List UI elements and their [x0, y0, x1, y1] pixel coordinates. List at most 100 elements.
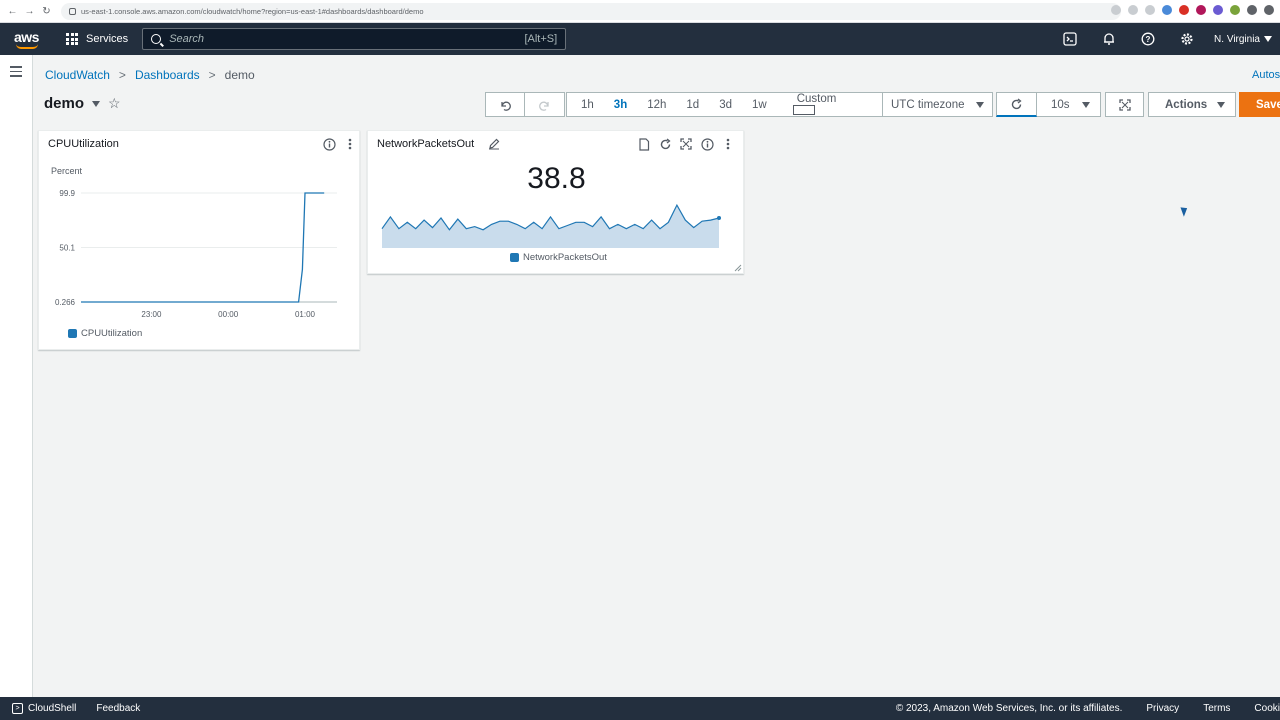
autosave-toggle[interactable]: Autos	[1252, 69, 1280, 81]
extension-icon[interactable]	[1230, 5, 1240, 15]
address-bar[interactable]: us-east-1.console.aws.amazon.com/cloudwa…	[61, 2, 1121, 20]
x-tick-label: 00:00	[218, 310, 239, 319]
nav-right-group: ? N. Virginia	[1050, 23, 1280, 55]
dashboard-title-row: demo ☆	[44, 95, 121, 112]
series-area-networkpacketsout	[382, 205, 719, 248]
actions-dropdown[interactable]: Actions	[1148, 92, 1236, 117]
time-range-selector: 1h 3h 12h 1d 3d 1w Custom	[566, 92, 883, 117]
dashboard-switcher-caret-icon[interactable]	[92, 100, 101, 107]
refresh-interval-label: 10s	[1051, 98, 1070, 111]
range-custom[interactable]: Custom	[777, 93, 882, 117]
legend-label: NetworkPacketsOut	[523, 252, 607, 263]
fullscreen-button[interactable]	[1105, 92, 1144, 117]
gear-icon[interactable]	[1167, 23, 1206, 55]
extension-icon[interactable]	[1179, 5, 1189, 15]
hamburger-menu-icon[interactable]	[10, 66, 22, 80]
undo-button[interactable]	[485, 92, 525, 117]
search-box[interactable]: [Alt+S]	[142, 28, 567, 50]
aws-logo-text: aws	[14, 29, 39, 45]
browser-nav: ← → ↻	[4, 6, 55, 17]
console-footer: > CloudShell Feedback © 2023, Amazon Web…	[0, 697, 1280, 720]
region-label: N. Virginia	[1214, 33, 1260, 45]
document-icon[interactable]	[637, 137, 651, 151]
expand-icon[interactable]	[679, 137, 693, 151]
mouse-cursor	[1180, 205, 1190, 217]
breadcrumb-dashboards[interactable]: Dashboards	[135, 68, 200, 82]
cpu-utilization-chart: Percent 99.9 50.1 0.266 23:00 00:00 01:00	[51, 166, 337, 319]
bookmark-star-icon[interactable]	[1145, 5, 1155, 15]
legend-swatch	[510, 253, 519, 262]
breadcrumb-current: demo	[224, 68, 255, 82]
chart-legend[interactable]: CPUUtilization	[68, 328, 142, 339]
services-label: Services	[86, 33, 129, 45]
zoom-icon[interactable]	[1111, 5, 1121, 15]
legend-label: CPUUtilization	[81, 328, 143, 339]
network-packets-out-widget[interactable]: NetworkPacketsOut 38.8 NetworkPacketsOut	[367, 130, 744, 274]
terms-link[interactable]: Terms	[1203, 703, 1230, 714]
redo-button[interactable]	[525, 92, 565, 117]
actions-label: Actions	[1165, 98, 1208, 111]
svg-text:?: ?	[1145, 35, 1150, 44]
chart-legend[interactable]: NetworkPacketsOut	[510, 252, 607, 263]
save-button[interactable]: Save	[1239, 92, 1280, 117]
refresh-icon	[1011, 97, 1022, 109]
search-input[interactable]	[169, 33, 525, 45]
metric-value: 38.8	[527, 162, 586, 195]
side-navigation-rail	[0, 55, 33, 697]
range-3d[interactable]: 3d	[709, 99, 742, 111]
caret-down-icon	[1217, 101, 1225, 108]
extension-icon[interactable]	[1213, 5, 1223, 15]
aws-logo[interactable]: aws	[14, 27, 42, 51]
cloudshell-icon[interactable]	[1050, 23, 1089, 55]
latest-point	[717, 216, 721, 220]
edit-pencil-icon[interactable]	[487, 137, 501, 151]
extension-icon[interactable]	[1162, 5, 1172, 15]
widget-actions	[637, 137, 735, 151]
refresh-icon[interactable]	[658, 137, 672, 151]
more-options-icon[interactable]	[343, 137, 357, 151]
aws-smile-icon	[16, 44, 38, 49]
caret-down-icon	[976, 101, 984, 108]
range-3h[interactable]: 3h	[604, 99, 637, 111]
privacy-link[interactable]: Privacy	[1146, 703, 1179, 714]
feedback-link[interactable]: Feedback	[96, 703, 140, 714]
y-tick-label: 50.1	[59, 243, 75, 252]
cpu-utilization-widget[interactable]: CPUUtilization Percent 99.9 50.1 0.266 23:00…	[38, 130, 360, 350]
range-custom-label: Custom	[796, 92, 837, 105]
extension-icon[interactable]	[1196, 5, 1206, 15]
range-12h[interactable]: 12h	[637, 99, 676, 111]
refresh-button[interactable]	[996, 92, 1037, 117]
range-1h[interactable]: 1h	[567, 99, 604, 111]
menu-icon[interactable]	[1264, 5, 1274, 15]
share-icon[interactable]	[1128, 5, 1138, 15]
puzzle-icon[interactable]	[1247, 5, 1257, 15]
resize-handle-icon[interactable]	[734, 264, 742, 272]
copyright-text: © 2023, Amazon Web Services, Inc. or its…	[895, 703, 1123, 714]
more-options-icon[interactable]	[721, 137, 735, 151]
timezone-dropdown[interactable]: UTC timezone	[883, 92, 993, 117]
aws-top-nav: aws Services [Alt+S] ? N. Virginia	[0, 23, 1280, 55]
help-icon[interactable]: ?	[1128, 23, 1167, 55]
breadcrumb-cloudwatch[interactable]: CloudWatch	[45, 68, 110, 82]
info-icon[interactable]	[322, 137, 336, 151]
y-tick-label: 99.9	[59, 189, 75, 198]
forward-icon[interactable]: →	[21, 6, 38, 17]
caret-down-icon	[1264, 36, 1272, 42]
favorite-star-icon[interactable]: ☆	[108, 95, 121, 112]
services-menu-button[interactable]: Services	[66, 33, 128, 45]
lock-icon	[69, 7, 76, 15]
cloudshell-button[interactable]: > CloudShell	[12, 703, 76, 714]
info-icon[interactable]	[700, 137, 714, 151]
network-sparkline	[381, 203, 721, 248]
calendar-icon	[792, 104, 815, 115]
bell-icon[interactable]	[1089, 23, 1128, 55]
back-icon[interactable]: ←	[4, 6, 21, 17]
range-1w[interactable]: 1w	[742, 99, 777, 111]
breadcrumb-separator: >	[208, 68, 216, 82]
range-1d[interactable]: 1d	[676, 99, 709, 111]
refresh-interval-dropdown[interactable]: 10s	[1037, 92, 1101, 117]
region-selector[interactable]: N. Virginia	[1206, 34, 1280, 45]
breadcrumb: CloudWatch > Dashboards > demo	[45, 68, 255, 82]
reload-icon[interactable]: ↻	[38, 6, 55, 17]
cookies-link[interactable]: Cooki	[1254, 703, 1280, 714]
